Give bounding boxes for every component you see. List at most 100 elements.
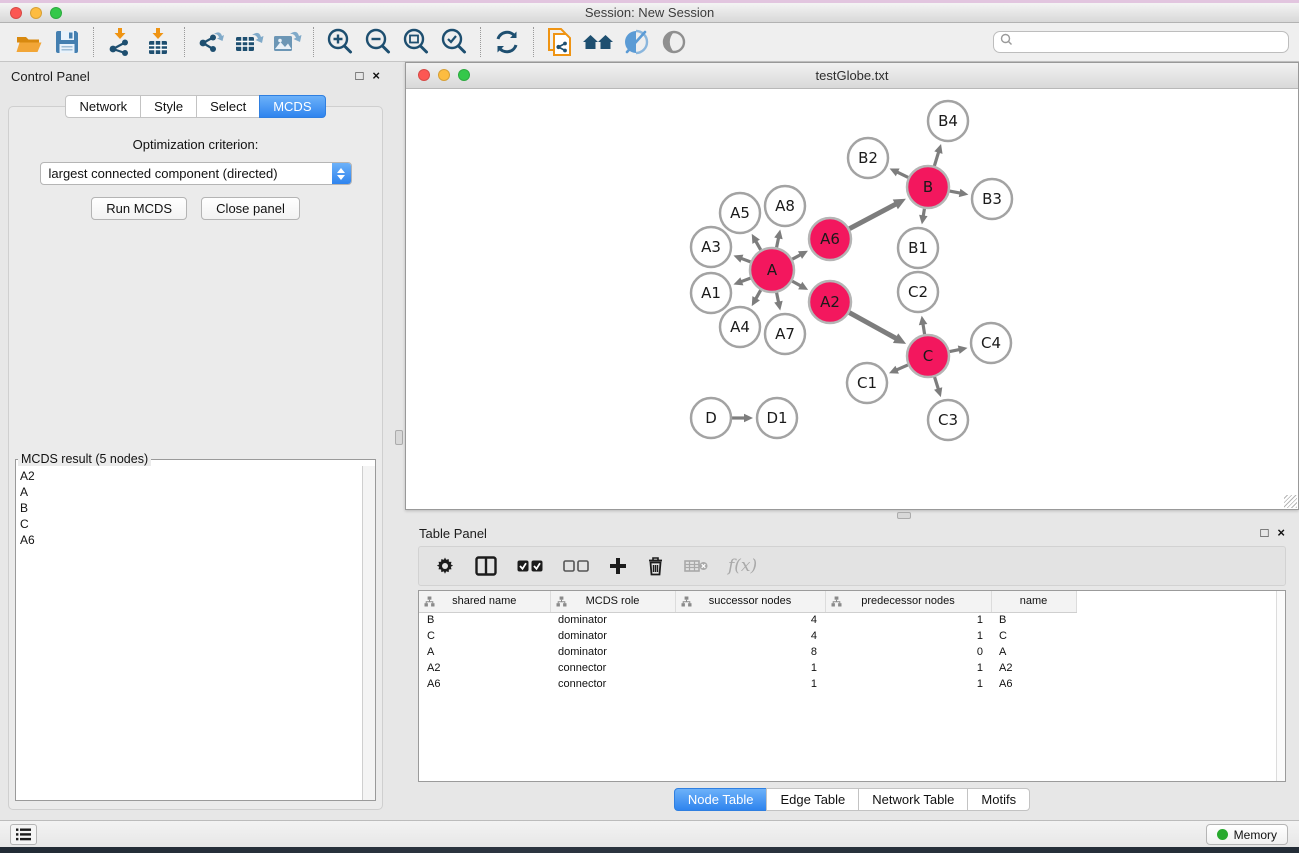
vertical-split-divider[interactable] — [391, 62, 405, 820]
graph-edge-B-B2[interactable] — [896, 171, 908, 177]
tab-motifs[interactable]: Motifs — [967, 788, 1030, 811]
tab-edge-table[interactable]: Edge Table — [766, 788, 859, 811]
divider-handle[interactable] — [395, 430, 403, 445]
table-cell[interactable]: 1 — [675, 660, 825, 676]
zoom-out-icon[interactable] — [359, 25, 397, 59]
close-panel-icon[interactable]: × — [372, 70, 380, 82]
list-item[interactable]: A6 — [20, 532, 362, 548]
table-row[interactable]: A6connector11A6 — [419, 676, 1076, 692]
add-column-icon[interactable] — [609, 552, 627, 580]
minimize-window-button[interactable] — [30, 7, 42, 19]
zoom-selected-icon[interactable] — [435, 25, 473, 59]
table-cell[interactable]: dominator — [550, 628, 675, 644]
column-header-successor-nodes[interactable]: successor nodes — [675, 591, 825, 612]
table-cell[interactable]: C — [991, 628, 1076, 644]
table-cell[interactable]: B — [419, 612, 550, 628]
table-cell[interactable]: A6 — [419, 676, 550, 692]
table-cell[interactable]: A2 — [419, 660, 550, 676]
table-cell[interactable]: 1 — [675, 676, 825, 692]
table-row[interactable]: Adominator80A — [419, 644, 1076, 660]
close-panel-button[interactable]: Close panel — [201, 197, 300, 220]
divider-handle[interactable] — [897, 512, 911, 519]
settings-gear-icon[interactable] — [435, 552, 455, 580]
table-cell[interactable]: 0 — [825, 644, 991, 660]
first-neighbors-icon[interactable] — [579, 25, 617, 59]
zoom-window-button[interactable] — [50, 7, 62, 19]
column-header-mcds-role[interactable]: MCDS role — [550, 591, 675, 612]
zoom-in-icon[interactable] — [321, 25, 359, 59]
column-header-shared-name[interactable]: shared name — [419, 591, 550, 612]
list-item[interactable]: B — [20, 500, 362, 516]
graph-edge-C-C1[interactable] — [895, 365, 908, 371]
search-field[interactable] — [993, 31, 1289, 53]
table-cell[interactable]: dominator — [550, 612, 675, 628]
hide-graphics-details-icon[interactable] — [617, 25, 655, 59]
delete-columns-trash-icon[interactable] — [647, 552, 664, 580]
table-cell[interactable]: 4 — [675, 628, 825, 644]
network-zoom-button[interactable] — [458, 69, 470, 81]
table-scrollbar[interactable] — [1276, 591, 1285, 781]
table-cell[interactable]: 1 — [825, 612, 991, 628]
table-cell[interactable]: 1 — [825, 676, 991, 692]
network-window-titlebar[interactable]: testGlobe.txt — [406, 63, 1298, 89]
select-all-checkboxes-icon[interactable] — [517, 552, 543, 580]
list-item[interactable]: C — [20, 516, 362, 532]
task-history-button[interactable] — [10, 824, 37, 845]
network-close-button[interactable] — [418, 69, 430, 81]
delete-table-icon[interactable] — [684, 552, 708, 580]
table-cell[interactable]: B — [991, 612, 1076, 628]
network-canvas[interactable]: B4B2BB3B1A5A8A6A3AA1A2C2A4A7C4CC1C3DD1 — [406, 89, 1298, 509]
close-window-button[interactable] — [10, 7, 22, 19]
import-table-icon[interactable] — [139, 25, 177, 59]
export-image-icon[interactable] — [268, 25, 306, 59]
table-cell[interactable]: A2 — [991, 660, 1076, 676]
tab-mcds[interactable]: MCDS — [259, 95, 325, 118]
run-mcds-button[interactable]: Run MCDS — [91, 197, 187, 220]
export-network-icon[interactable] — [192, 25, 230, 59]
function-builder-icon[interactable]: f(x) — [728, 552, 757, 580]
criterion-dropdown[interactable]: largest connected component (directed) — [40, 162, 352, 185]
column-view-icon[interactable] — [475, 552, 497, 580]
tab-network-table[interactable]: Network Table — [858, 788, 968, 811]
open-session-icon[interactable] — [10, 25, 48, 59]
table-cell[interactable]: A — [419, 644, 550, 660]
tab-network[interactable]: Network — [65, 95, 141, 118]
show-graphics-details-eye-icon[interactable] — [655, 25, 693, 59]
table-cell[interactable]: 1 — [825, 660, 991, 676]
tab-style[interactable]: Style — [140, 95, 197, 118]
table-cell[interactable]: connector — [550, 676, 675, 692]
import-network-icon[interactable] — [101, 25, 139, 59]
export-table-icon[interactable] — [230, 25, 268, 59]
mcds-result-list[interactable]: A2ABCA6 — [16, 466, 362, 800]
search-input[interactable] — [1017, 35, 1282, 49]
window-titlebar[interactable]: Session: New Session — [0, 3, 1299, 23]
graph-edge-B-B4[interactable] — [934, 151, 939, 166]
close-panel-icon[interactable]: × — [1277, 527, 1285, 539]
column-header-predecessor-nodes[interactable]: predecessor nodes — [825, 591, 991, 612]
table-cell[interactable]: 1 — [825, 628, 991, 644]
mcds-list-scrollbar[interactable] — [362, 466, 375, 800]
tab-node-table[interactable]: Node Table — [674, 788, 768, 811]
graph-edge-A2-C[interactable] — [849, 313, 897, 339]
float-panel-icon[interactable]: □ — [356, 70, 364, 82]
table-cell[interactable]: dominator — [550, 644, 675, 660]
table-cell[interactable]: A — [991, 644, 1076, 660]
graph-edge-C-C3[interactable] — [935, 377, 939, 390]
graph-edge-A6-B[interactable] — [849, 203, 897, 228]
column-header-name[interactable]: name — [991, 591, 1076, 612]
table-cell[interactable]: connector — [550, 660, 675, 676]
table-cell[interactable]: C — [419, 628, 550, 644]
table-cell[interactable]: A6 — [991, 676, 1076, 692]
table-row[interactable]: Bdominator41B — [419, 612, 1076, 628]
horizontal-split-divider[interactable] — [405, 510, 1299, 520]
clone-network-icon[interactable] — [541, 25, 579, 59]
deselect-all-checkboxes-icon[interactable] — [563, 552, 589, 580]
memory-button[interactable]: Memory — [1206, 824, 1288, 845]
table-cell[interactable]: 4 — [675, 612, 825, 628]
table-row[interactable]: Cdominator41C — [419, 628, 1076, 644]
float-panel-icon[interactable]: □ — [1261, 527, 1269, 539]
window-resize-grip[interactable] — [1284, 495, 1297, 508]
tab-select[interactable]: Select — [196, 95, 260, 118]
save-session-icon[interactable] — [48, 25, 86, 59]
table-cell[interactable]: 8 — [675, 644, 825, 660]
